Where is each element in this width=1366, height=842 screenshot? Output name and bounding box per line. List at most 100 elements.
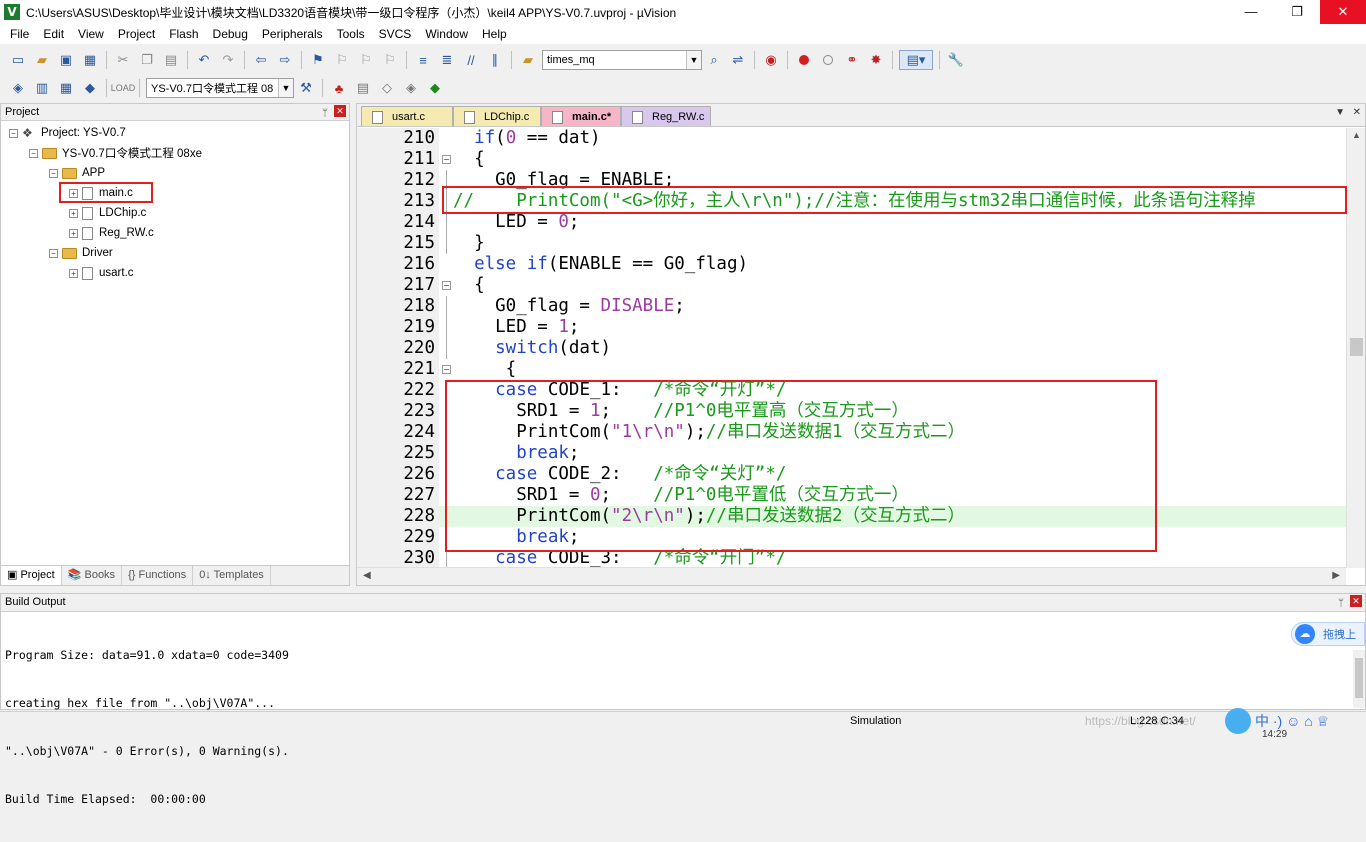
- menu-window[interactable]: Window: [418, 24, 475, 44]
- horizontal-scrollbar[interactable]: ◀ ▶: [357, 567, 1346, 585]
- expand-icon[interactable]: +: [69, 228, 78, 238]
- manage-components-icon[interactable]: ♣: [329, 78, 349, 98]
- build-icon[interactable]: ▥: [32, 78, 52, 98]
- navigate-back-icon[interactable]: ⇦: [251, 50, 271, 70]
- code-line[interactable]: 215 }: [357, 233, 1346, 254]
- tab-reg-rw-c[interactable]: Reg_RW.c: [621, 106, 711, 126]
- debug-session-icon[interactable]: ◉: [761, 50, 781, 70]
- drag-upload-button[interactable]: ☁ 拖拽上: [1291, 622, 1365, 646]
- scroll-thumb[interactable]: [1350, 338, 1363, 356]
- paste-icon[interactable]: ▤: [161, 50, 181, 70]
- find-combo[interactable]: times_mq ▼: [542, 50, 702, 70]
- close-icon[interactable]: ✕: [334, 105, 346, 117]
- collapse-icon[interactable]: −: [49, 168, 58, 178]
- scroll-left-icon[interactable]: ◀: [363, 570, 371, 581]
- new-file-icon[interactable]: ▭: [8, 50, 28, 70]
- code-line[interactable]: 228 PrintCom("2\r\n");//串口发送数据2（交互方式二）: [357, 506, 1346, 527]
- run-time-environment-icon[interactable]: ◆: [425, 78, 445, 98]
- window-layout-icon[interactable]: ▤▾: [899, 50, 933, 70]
- target-options-icon[interactable]: ⚒: [296, 78, 316, 98]
- code-line[interactable]: 224 PrintCom("1\r\n");//串口发送数据1（交互方式二）: [357, 422, 1346, 443]
- code-line[interactable]: 210 if(0 == dat): [357, 128, 1346, 149]
- vertical-scrollbar[interactable]: ▲: [1346, 128, 1365, 568]
- select-packs-icon[interactable]: ◇: [377, 78, 397, 98]
- prev-bookmark-icon[interactable]: ⚐: [332, 50, 352, 70]
- kill-breakpoints-icon[interactable]: ✸: [866, 50, 886, 70]
- tree-group-driver[interactable]: − Driver: [49, 244, 113, 262]
- save-all-icon[interactable]: ▦: [80, 50, 100, 70]
- tab-project[interactable]: ▣ Project: [1, 566, 62, 585]
- menu-peripherals[interactable]: Peripherals: [255, 24, 330, 44]
- tab-templates[interactable]: 0↓ Templates: [193, 566, 271, 585]
- code-line[interactable]: 218 G0_flag = DISABLE;: [357, 296, 1346, 317]
- bookmark-icon[interactable]: ⚑: [308, 50, 328, 70]
- tree-file-main-c[interactable]: + main.c: [69, 184, 133, 202]
- code-line[interactable]: 214 LED = 0;: [357, 212, 1346, 233]
- menu-debug[interactable]: Debug: [206, 24, 255, 44]
- open-folder-icon[interactable]: ▰: [32, 50, 52, 70]
- find-in-files-icon[interactable]: ▰: [518, 50, 538, 70]
- tree-group-app[interactable]: − APP: [49, 164, 105, 182]
- code-line[interactable]: 222 case CODE_1: /*命令“开灯”*/: [357, 380, 1346, 401]
- code-line[interactable]: 211− {: [357, 149, 1346, 170]
- tree-project-root[interactable]: − ❖ Project: YS-V0.7: [9, 124, 126, 142]
- tab-list-dropdown[interactable]: ▼: [1335, 107, 1345, 118]
- download-icon[interactable]: LOAD: [111, 78, 136, 98]
- undo-icon[interactable]: ↶: [194, 50, 214, 70]
- expand-icon[interactable]: +: [69, 208, 78, 218]
- code-line[interactable]: 227 SRD1 = 0; //P1^0电平置低（交互方式一）: [357, 485, 1346, 506]
- code-line[interactable]: 223 SRD1 = 1; //P1^0电平置高（交互方式一）: [357, 401, 1346, 422]
- fold-marker[interactable]: −: [441, 275, 453, 296]
- cut-icon[interactable]: ✂: [113, 50, 133, 70]
- unindent-icon[interactable]: ≣: [437, 50, 457, 70]
- code-line[interactable]: 212 G0_flag = ENABLE;: [357, 170, 1346, 191]
- collapse-icon[interactable]: −: [442, 155, 451, 164]
- code-line[interactable]: 217− {: [357, 275, 1346, 296]
- tab-usart-c[interactable]: usart.c: [361, 106, 453, 126]
- scroll-thumb[interactable]: [1355, 658, 1363, 698]
- file-extensions-icon[interactable]: ▤: [353, 78, 373, 98]
- expand-icon[interactable]: +: [69, 268, 78, 278]
- fold-marker[interactable]: −: [441, 149, 453, 170]
- tab-books[interactable]: 📚 Books: [62, 566, 123, 585]
- menu-tools[interactable]: Tools: [330, 24, 372, 44]
- copy-icon[interactable]: ❐: [137, 50, 157, 70]
- build-output-scrollbar[interactable]: [1353, 650, 1365, 708]
- tab-main-c[interactable]: main.c*: [541, 106, 621, 126]
- menu-file[interactable]: File: [3, 24, 36, 44]
- code-line[interactable]: 219 LED = 1;: [357, 317, 1346, 338]
- collapse-icon[interactable]: −: [442, 365, 451, 374]
- find-icon[interactable]: ⌕: [704, 50, 724, 70]
- collapse-icon[interactable]: −: [9, 128, 18, 138]
- chevron-down-icon[interactable]: ▼: [686, 51, 701, 69]
- target-select[interactable]: YS-V0.7口令模式工程 08 ▼: [146, 78, 294, 98]
- collapse-icon[interactable]: −: [29, 148, 38, 158]
- code-area[interactable]: 210 if(0 == dat) 211− {212 G0_flag = ENAB…: [357, 128, 1346, 568]
- pin-icon[interactable]: ᛘ: [322, 105, 328, 122]
- comment-icon[interactable]: //: [461, 50, 481, 70]
- tree-file-usart-c[interactable]: + usart.c: [69, 264, 134, 282]
- scroll-up-icon[interactable]: ▲: [1347, 130, 1366, 140]
- close-tab-icon[interactable]: ✕: [1353, 107, 1361, 118]
- configure-icon[interactable]: 🔧: [946, 50, 966, 70]
- navigate-forward-icon[interactable]: ⇨: [275, 50, 295, 70]
- close-icon[interactable]: ✕: [1350, 595, 1362, 607]
- menu-project[interactable]: Project: [111, 24, 162, 44]
- menu-svcs[interactable]: SVCS: [372, 24, 419, 44]
- next-bookmark-icon[interactable]: ⚐: [356, 50, 376, 70]
- pack-installer-icon[interactable]: ◈: [401, 78, 421, 98]
- pin-icon[interactable]: ᛘ: [1338, 595, 1344, 612]
- menu-help[interactable]: Help: [475, 24, 514, 44]
- collapse-icon[interactable]: −: [442, 281, 451, 290]
- code-line[interactable]: 213 // PrintCom("<G>你好，主人\r\n");//注意：在使用与…: [357, 191, 1346, 212]
- tree-file-reg-rw-c[interactable]: + Reg_RW.c: [69, 224, 154, 242]
- enable-breakpoint-icon[interactable]: [818, 50, 838, 70]
- redo-icon[interactable]: ↷: [218, 50, 238, 70]
- code-line[interactable]: 229 break;: [357, 527, 1346, 548]
- clear-bookmarks-icon[interactable]: ⚐: [380, 50, 400, 70]
- code-line[interactable]: 216 else if(ENABLE == G0_flag): [357, 254, 1346, 275]
- code-line[interactable]: 225 break;: [357, 443, 1346, 464]
- fold-marker[interactable]: −: [441, 359, 453, 380]
- batch-build-icon[interactable]: ◆: [80, 78, 100, 98]
- code-line[interactable]: 230 case CODE_3: /*命令“开门”*/: [357, 548, 1346, 568]
